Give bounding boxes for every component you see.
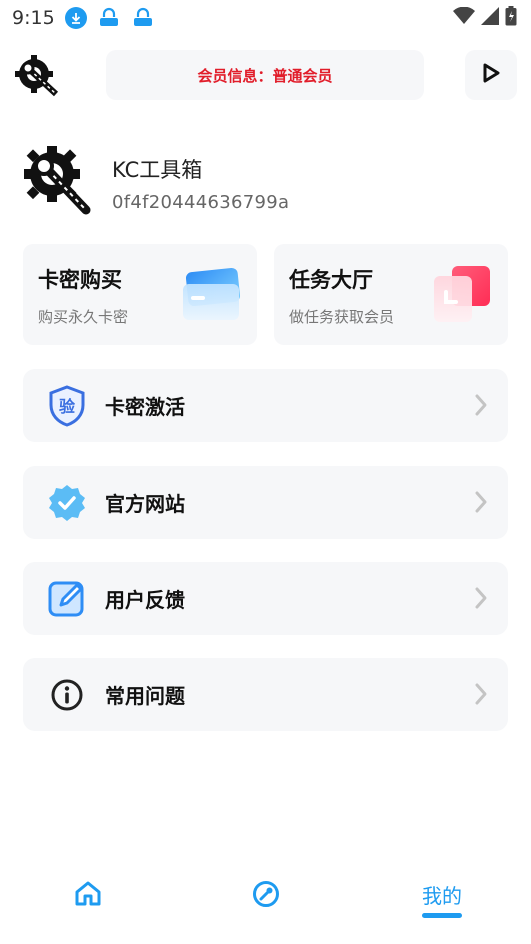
header: 会员信息：普通会员 xyxy=(0,48,531,104)
shield-verify-icon: 验 xyxy=(47,384,87,427)
play-icon xyxy=(482,63,500,87)
download-icon xyxy=(64,7,87,29)
nav-mine[interactable]: 我的 xyxy=(422,880,462,918)
menu-label-user-feedback: 用户反馈 xyxy=(105,588,185,612)
app-logo-icon xyxy=(14,54,64,98)
nav-tools[interactable] xyxy=(252,880,280,912)
status-bar: 9:15 xyxy=(0,0,531,36)
nav-active-indicator xyxy=(422,913,462,918)
chevron-right-icon xyxy=(474,682,488,710)
profile-name: KC工具箱 xyxy=(112,158,203,182)
credit-card-icon xyxy=(181,266,243,326)
card-task-hall[interactable]: 任务大厅 做任务获取会员 xyxy=(274,244,508,345)
edit-icon xyxy=(47,579,87,619)
info-icon xyxy=(47,675,87,715)
status-time: 9:15 xyxy=(12,7,55,29)
bottom-nav: 我的 xyxy=(0,870,531,930)
card-purchase[interactable]: 卡密购买 购买永久卡密 xyxy=(23,244,257,345)
wifi-icon xyxy=(453,6,475,29)
chevron-right-icon xyxy=(474,490,488,518)
nav-home[interactable] xyxy=(74,880,102,910)
vpn-lock-icon xyxy=(97,7,121,29)
signal-icon xyxy=(481,7,499,29)
menu-label-faq: 常用问题 xyxy=(105,684,185,708)
tools-icon xyxy=(252,880,280,912)
menu-card-activate[interactable]: 验 卡密激活 xyxy=(23,369,508,442)
profile-section: KC工具箱 0f4f20444636799a xyxy=(22,140,512,230)
avatar xyxy=(22,144,94,218)
menu-faq[interactable]: 常用问题 xyxy=(23,658,508,731)
vpn-lock-icon xyxy=(131,7,155,29)
member-info-banner[interactable]: 会员信息：普通会员 xyxy=(106,50,424,100)
play-button[interactable] xyxy=(465,50,517,100)
member-info-text: 会员信息：普通会员 xyxy=(197,66,333,85)
menu-official-site[interactable]: 官方网站 xyxy=(23,466,508,539)
nav-mine-label: 我的 xyxy=(422,884,462,908)
profile-id: 0f4f20444636799a xyxy=(112,192,290,213)
chevron-right-icon xyxy=(474,586,488,614)
menu-user-feedback[interactable]: 用户反馈 xyxy=(23,562,508,635)
menu-label-activate: 卡密激活 xyxy=(105,395,185,419)
verified-badge-icon xyxy=(47,483,87,523)
home-icon xyxy=(74,880,102,910)
battery-icon xyxy=(505,6,517,30)
verify-glyph: 验 xyxy=(59,397,76,416)
menu-label-official-site: 官方网站 xyxy=(105,492,185,516)
task-icon xyxy=(432,266,494,330)
chevron-right-icon xyxy=(474,393,488,421)
